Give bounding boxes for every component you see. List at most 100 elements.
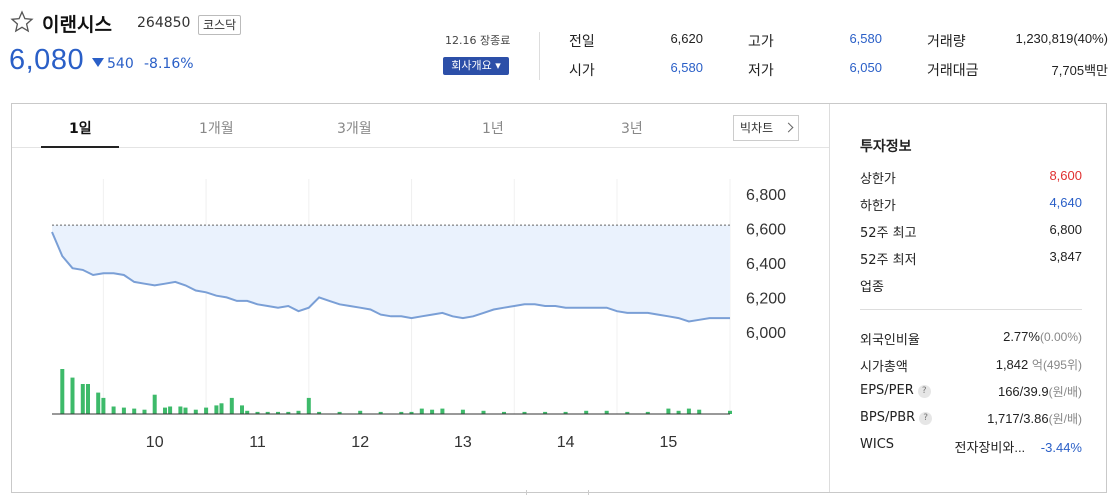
x-tick-label: 15 — [660, 434, 678, 451]
volume-bar — [193, 409, 198, 414]
invest-info-panel: 투자정보 상한가 8,600 하한가 4,640 52주 최고 6,800 52… — [829, 104, 1106, 492]
volume-bar — [163, 407, 167, 414]
market-badge: 코스닥 — [198, 15, 242, 35]
intraday-chart: 6,800 6,600 6,400 6,200 6,000 10 11 12 13 14 15 — [51, 179, 786, 451]
wics-row: WICS 전자장비와... -3.44% — [860, 437, 1082, 457]
tab-1year[interactable]: 1년 — [482, 118, 504, 138]
company-overview-button[interactable]: 회사개요 ▾ — [443, 57, 509, 75]
bps-pbr-row: BPS/PBR? 1,717/3.86(원/배) — [860, 410, 1082, 430]
stock-header: 이랜시스 264850 코스닥 6,080 540 -8.16% 12.16 장… — [0, 0, 1115, 100]
w52-low-label: 52주 최저 — [860, 253, 917, 268]
upper-limit-row: 상한가 8,600 — [860, 168, 1082, 188]
foreign-ratio-row: 외국인비율 2.77%(0.00%) — [860, 329, 1082, 349]
help-icon[interactable]: ? — [917, 385, 931, 398]
upper-limit-label: 상한가 — [860, 172, 896, 187]
open-value: 6,580 — [670, 60, 703, 75]
x-tick-label: 12 — [351, 434, 369, 451]
volume-bar — [121, 407, 126, 414]
bottom-tick — [526, 490, 527, 495]
eps-per-text: EPS/PER — [860, 383, 914, 398]
bigchart-label: 빅차트 — [740, 121, 774, 135]
help-icon[interactable]: ? — [919, 412, 933, 425]
volume-bar — [70, 377, 75, 414]
price-area — [52, 225, 730, 322]
foreign-ratio-change: (0.00%) — [1039, 330, 1082, 344]
volume-value: 1,230,819(40%) — [1015, 31, 1108, 46]
volume-bar — [132, 408, 137, 414]
bps-pbr-text: BPS/PBR — [860, 410, 916, 425]
bps-pbr-unit: (원/배) — [1048, 412, 1082, 426]
volume-bar — [111, 406, 116, 414]
volume-bar — [240, 405, 244, 414]
y-tick-label: 6,000 — [746, 325, 786, 342]
y-tick-label: 6,400 — [746, 256, 786, 273]
volume-bar — [219, 403, 224, 414]
volume-bar — [142, 409, 147, 414]
period-tabs: 1일 1개월 3개월 1년 3년 빅차트 — [12, 104, 829, 148]
eps-per-row: EPS/PER? 166/39.9(원/배) — [860, 383, 1082, 403]
low-label: 저가 — [748, 63, 774, 79]
market-cap-label: 시가총액 — [860, 360, 908, 375]
down-arrow-icon — [92, 58, 104, 67]
x-tick-label: 13 — [454, 434, 472, 451]
amount-label: 거래대금 — [927, 63, 979, 79]
bigchart-button[interactable]: 빅차트 — [733, 115, 799, 141]
invest-divider — [860, 309, 1082, 310]
volume-bar — [306, 397, 311, 414]
volume-label: 거래량 — [927, 34, 966, 50]
volume-bar — [666, 408, 671, 414]
low-value: 6,050 — [849, 60, 882, 75]
volume-bar — [686, 408, 691, 414]
volume-bar — [178, 406, 183, 414]
tab-1day[interactable]: 1일 — [69, 118, 92, 138]
lower-limit-value: 4,640 — [1049, 195, 1082, 210]
sector-row: 업종 — [860, 276, 1082, 296]
x-tick-label: 11 — [249, 434, 266, 451]
market-cap-value: 1,842 억(495위) — [996, 356, 1082, 373]
w52-low-row: 52주 최저 3,847 — [860, 249, 1082, 269]
market-close-time: 12.16 장종료 — [445, 34, 511, 47]
tab-3year[interactable]: 3년 — [621, 118, 643, 138]
volume-bar — [697, 409, 702, 414]
volume-bar — [60, 369, 65, 414]
market-cap-row: 시가총액 1,842 억(495위) — [860, 356, 1082, 376]
volume-bar — [460, 409, 465, 414]
volume-bar — [419, 408, 424, 414]
eps-per-label: EPS/PER? — [860, 383, 931, 398]
volume-bar — [183, 407, 188, 414]
volume-bar — [101, 397, 106, 414]
chart-panel: 1일 1개월 3개월 1년 3년 빅차트 6,800 6,600 6,400 6,20… — [11, 103, 1107, 493]
wics-sector[interactable]: 전자장비와... — [955, 440, 1026, 455]
volume-bar — [440, 408, 445, 414]
wics-rate: -3.44% — [1040, 440, 1082, 455]
market-cap: 1,842 — [995, 357, 1029, 372]
volume-bar — [168, 406, 173, 414]
volume-bar — [430, 409, 435, 414]
tab-1month[interactable]: 1개월 — [199, 118, 234, 138]
y-tick-label: 6,200 — [746, 290, 786, 307]
stock-name: 이랜시스 — [42, 14, 112, 36]
wics-label: WICS — [860, 437, 895, 452]
upper-limit-value: 8,600 — [1049, 168, 1082, 183]
current-price: 6,080 — [9, 44, 85, 76]
lower-limit-label: 하한가 — [860, 199, 896, 214]
stock-code: 264850 — [137, 15, 191, 31]
volume-bar — [96, 392, 101, 414]
bps-pbr-value: 1,717/3.86(원/배) — [987, 410, 1082, 427]
star-icon[interactable] — [10, 10, 34, 34]
volume-bar — [86, 384, 90, 414]
market-cap-unit: 억 — [1031, 358, 1043, 372]
tab-3month[interactable]: 3개월 — [337, 118, 372, 138]
price-change-rate: -8.16% — [144, 56, 194, 72]
price-change: 540 — [107, 56, 134, 72]
foreign-ratio-value: 2.77%(0.00%) — [1003, 329, 1082, 344]
volume-bar — [214, 405, 219, 414]
volume-bar — [152, 394, 157, 414]
high-value: 6,580 — [849, 31, 882, 46]
y-tick-label: 6,600 — [746, 222, 786, 239]
w52-high-label: 52주 최고 — [860, 226, 917, 241]
invest-info-title: 투자정보 — [860, 139, 912, 155]
foreign-ratio-label: 외국인비율 — [860, 333, 920, 348]
bps-pbr: 1,717/3.86 — [987, 411, 1049, 426]
high-label: 고가 — [748, 34, 774, 50]
